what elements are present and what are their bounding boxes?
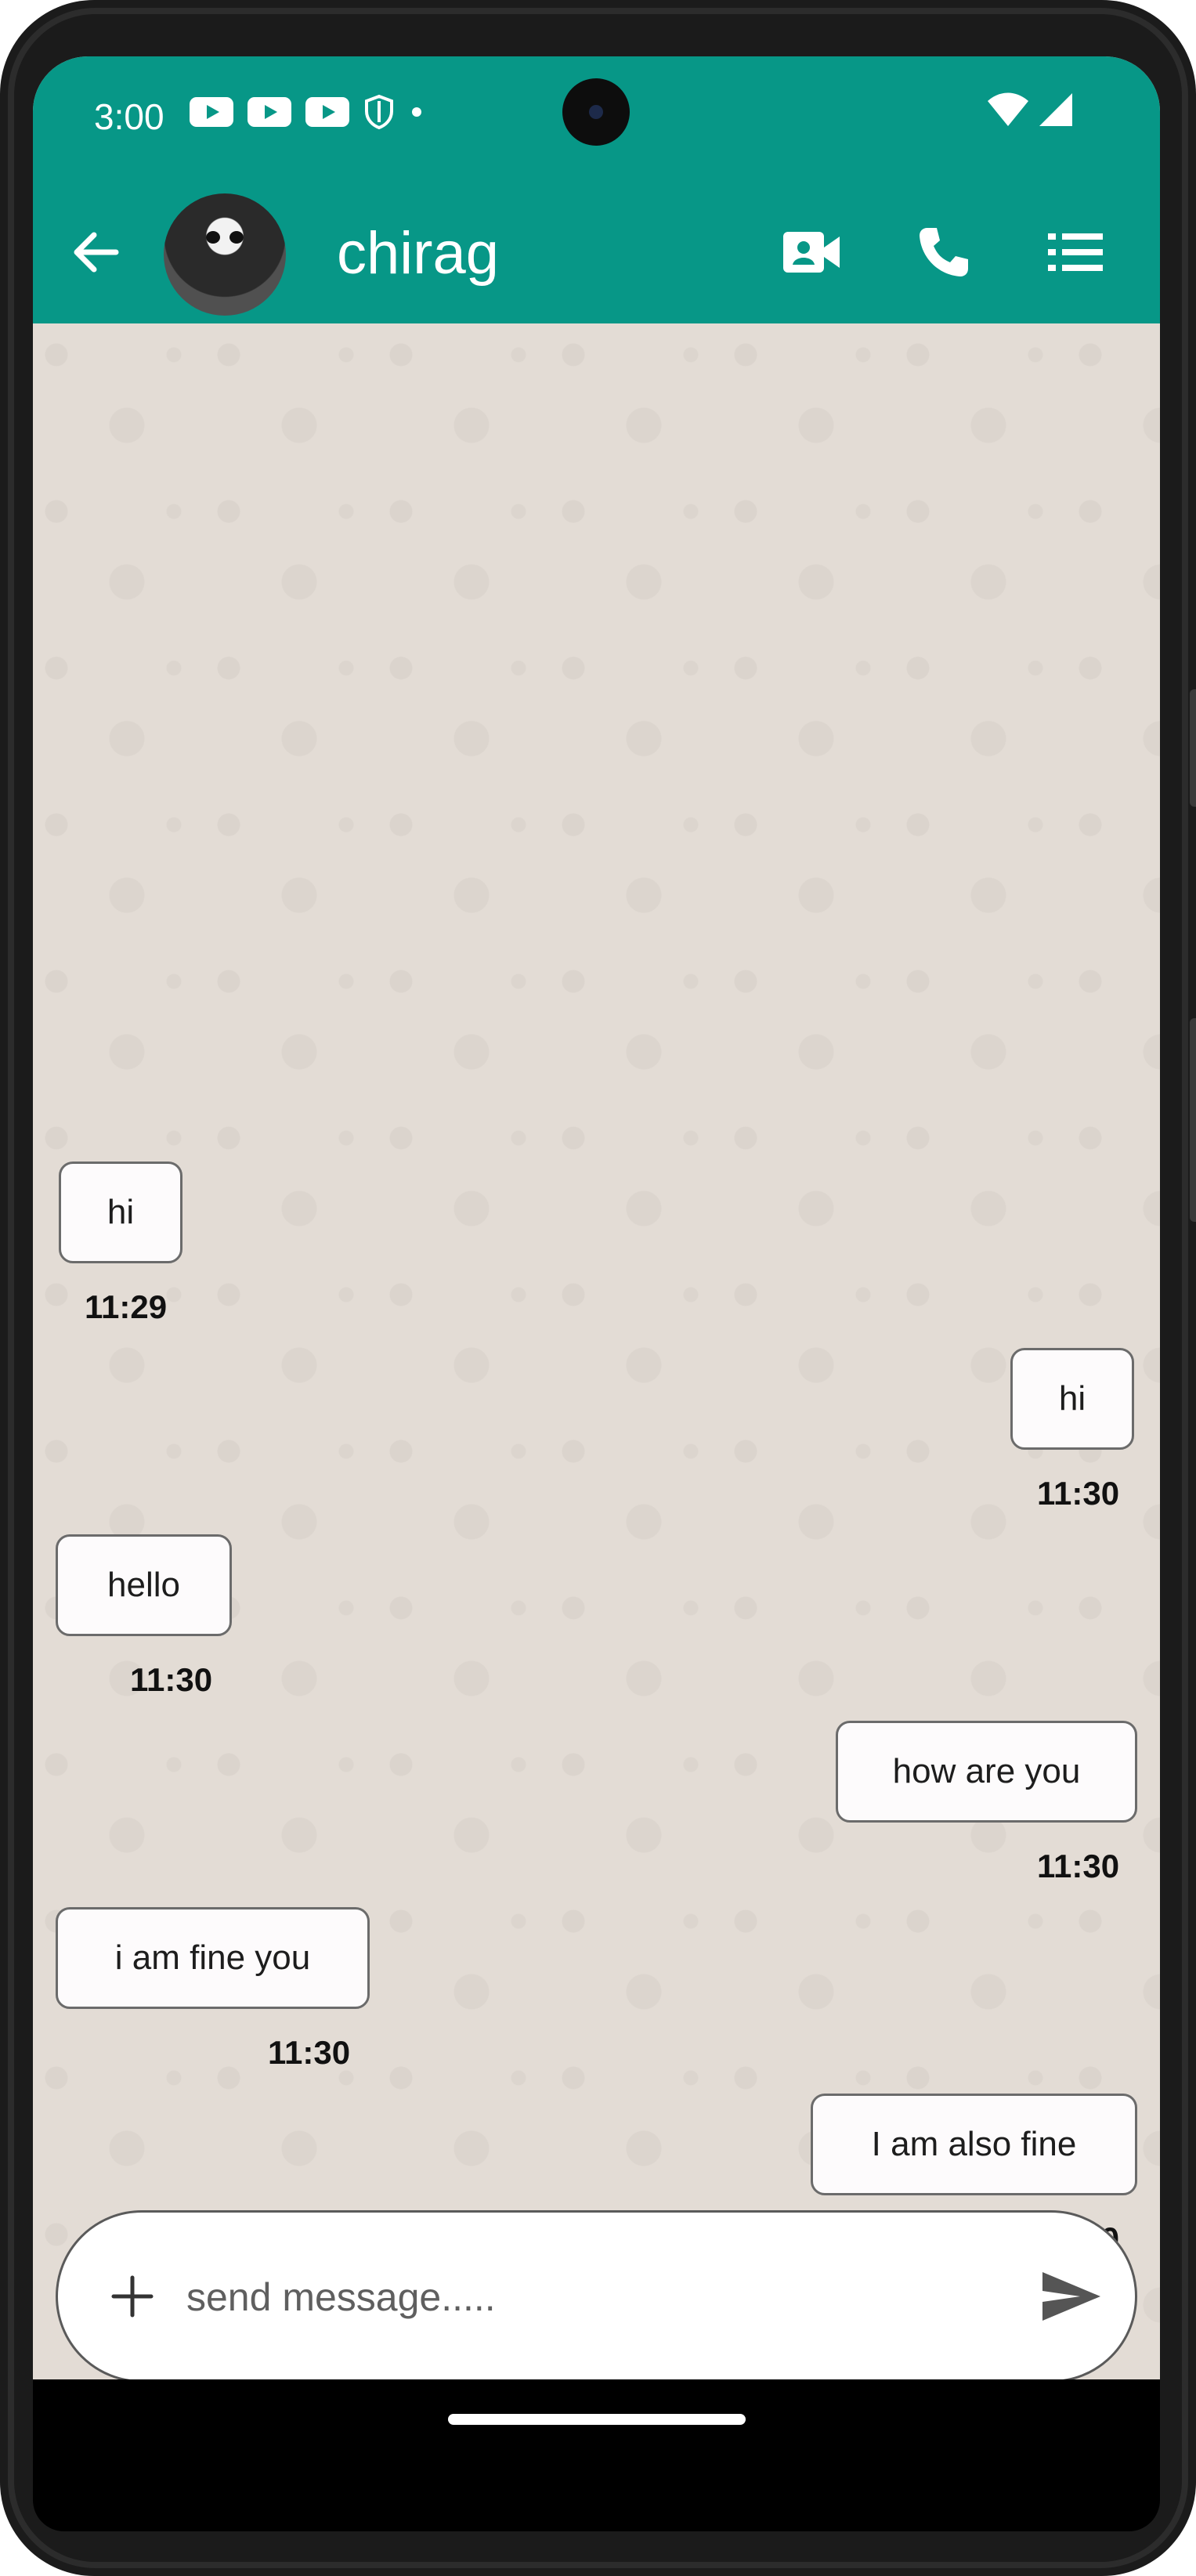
message-time: 11:30	[1037, 1848, 1120, 1884]
youtube-icon	[190, 97, 233, 127]
screen: 3:00 chirag hi 11:29 hi 11:30 hello 11:3…	[33, 56, 1160, 2500]
volume-button	[1190, 1018, 1196, 1222]
message-time: 11:30	[1037, 1475, 1120, 1512]
message-time: 11:30	[268, 2034, 351, 2071]
plus-icon	[111, 2275, 154, 2318]
message-input[interactable]	[185, 2257, 971, 2337]
message-text: hi	[1058, 1379, 1086, 1418]
message-time: 11:30	[130, 1661, 213, 1698]
youtube-icon	[248, 97, 291, 127]
video-call-icon	[783, 232, 840, 273]
phone-icon	[920, 228, 968, 276]
youtube-icon	[305, 97, 349, 127]
message-bubble[interactable]: I am also fine	[811, 2094, 1137, 2195]
send-button[interactable]	[1028, 2257, 1114, 2336]
send-icon	[1042, 2272, 1100, 2321]
bottom-bezel	[33, 2500, 1160, 2531]
avatar-eye	[229, 231, 244, 244]
front-camera	[562, 78, 630, 146]
avatar[interactable]	[164, 193, 286, 316]
message-bubble[interactable]: i am fine you	[56, 1907, 370, 2009]
video-call-button[interactable]	[773, 213, 851, 291]
message-text: I am also fine	[871, 2125, 1077, 2163]
message-bubble[interactable]: how are you	[836, 1721, 1137, 1823]
back-button[interactable]	[70, 227, 121, 281]
avatar-eye	[206, 231, 220, 244]
message-composer	[56, 2210, 1137, 2383]
message-bubble[interactable]: hi	[59, 1162, 182, 1263]
message-time: 11:29	[85, 1288, 168, 1325]
list-menu-icon	[1048, 233, 1103, 271]
home-handle[interactable]	[448, 2414, 746, 2425]
message-text: hello	[107, 1566, 180, 1604]
phone-frame: 3:00 chirag hi 11:29 hi 11:30 hello 11:3…	[0, 0, 1196, 2576]
side-button	[1190, 689, 1196, 807]
chat-area[interactable]: hi 11:29 hi 11:30 hello 11:30 how are yo…	[33, 323, 1160, 2500]
contact-name[interactable]: chirag	[337, 219, 499, 287]
attach-button[interactable]	[93, 2257, 172, 2336]
phone-button[interactable]	[905, 213, 983, 291]
signal-icon	[1039, 93, 1072, 126]
status-time: 3:00	[94, 96, 164, 137]
navigation-bar	[33, 2379, 1160, 2500]
message-text: hi	[107, 1193, 135, 1231]
app-bar: chirag	[33, 182, 1160, 323]
top-bar: 3:00 chirag	[33, 56, 1160, 323]
menu-button[interactable]	[1036, 213, 1115, 291]
message-bubble[interactable]: hello	[56, 1534, 232, 1636]
status-right	[986, 92, 1074, 128]
back-arrow-icon	[74, 232, 119, 273]
dot-icon	[412, 107, 421, 117]
message-text: i am fine you	[114, 1938, 311, 1977]
status-icons	[190, 94, 425, 130]
message-text: how are you	[892, 1752, 1081, 1790]
wifi-icon	[988, 92, 1028, 126]
shield-icon	[365, 94, 393, 130]
message-bubble[interactable]: hi	[1010, 1348, 1134, 1450]
